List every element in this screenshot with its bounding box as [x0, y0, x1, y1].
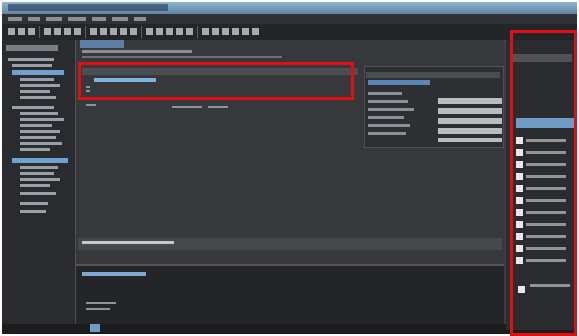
tree-item[interactable] [20, 136, 56, 139]
toolbar-icon[interactable] [44, 28, 51, 35]
tree-item[interactable] [20, 130, 60, 133]
document-tab[interactable] [80, 40, 124, 48]
toolbar-icon[interactable] [110, 28, 117, 35]
toolbar-icon[interactable] [202, 28, 209, 35]
toolbar-icon[interactable] [18, 28, 25, 35]
toolbar-icon[interactable] [120, 28, 127, 35]
toolbar-icon[interactable] [242, 28, 249, 35]
menu-item[interactable] [46, 17, 62, 21]
property-value-field[interactable] [438, 98, 502, 104]
editor-bottom-bar-text [82, 241, 174, 244]
tree-item[interactable] [12, 64, 52, 67]
toolbar-icon[interactable] [146, 28, 153, 35]
toolbar-icon[interactable] [156, 28, 163, 35]
tree-item[interactable] [20, 172, 54, 175]
property-value-field[interactable] [438, 138, 502, 142]
toolbar-icon[interactable] [186, 28, 193, 35]
toolbar-icon[interactable] [100, 28, 107, 35]
tree-item[interactable] [20, 202, 48, 205]
editor-bottom-bar [78, 238, 502, 250]
editor-caption [82, 56, 282, 58]
toolbar-icon[interactable] [74, 28, 81, 35]
tree-item-selected[interactable] [12, 70, 64, 75]
app-window [2, 2, 577, 334]
toolbar-separator [39, 26, 40, 38]
table-cell [208, 106, 228, 108]
tree-item[interactable] [20, 148, 50, 151]
toolbar-icon[interactable] [8, 28, 15, 35]
property-row-selected[interactable] [368, 80, 430, 85]
properties-header [366, 72, 500, 78]
highlight-box-right-panel [510, 30, 577, 336]
toolbar-separator [197, 26, 198, 38]
status-bar [2, 324, 577, 334]
tree-item[interactable] [8, 58, 54, 61]
tree-item[interactable] [20, 84, 60, 87]
navigation-pane-header [6, 45, 58, 51]
tree-item[interactable] [20, 178, 60, 181]
menu-item[interactable] [68, 17, 86, 21]
property-value-field[interactable] [438, 118, 502, 124]
property-name [368, 124, 410, 127]
menu-bar [2, 14, 577, 24]
output-line [86, 308, 110, 310]
tree-item[interactable] [20, 142, 62, 145]
menu-item[interactable] [28, 17, 40, 21]
output-panel-tab[interactable] [82, 272, 146, 276]
table-row[interactable] [86, 104, 96, 106]
tree-item[interactable] [20, 90, 50, 93]
menu-item[interactable] [112, 17, 128, 21]
property-name [368, 92, 402, 95]
tree-item[interactable] [20, 118, 64, 121]
toolbar-separator [141, 26, 142, 38]
tree-item[interactable] [20, 96, 56, 99]
property-name [368, 116, 404, 119]
window-title [8, 4, 168, 11]
toolbar-icon[interactable] [176, 28, 183, 35]
highlight-box-table [78, 62, 354, 100]
toolbar-icon[interactable] [90, 28, 97, 35]
table-cell [172, 106, 202, 108]
property-name [368, 108, 414, 111]
tree-item[interactable] [20, 166, 58, 169]
tree-item[interactable] [20, 184, 50, 187]
tree-item[interactable] [12, 106, 54, 109]
toolbar-icon[interactable] [232, 28, 239, 35]
tree-item-selected[interactable] [12, 158, 68, 163]
output-line [86, 302, 116, 304]
tree-item[interactable] [20, 192, 56, 195]
tree-item[interactable] [20, 124, 52, 127]
breadcrumb [82, 50, 192, 53]
menu-item[interactable] [134, 17, 146, 21]
toolbar-icon[interactable] [166, 28, 173, 35]
toolbar-icon[interactable] [130, 28, 137, 35]
menu-item[interactable] [92, 17, 106, 21]
menu-item[interactable] [8, 17, 22, 21]
toolbar-icon[interactable] [54, 28, 61, 35]
toolbar-icon[interactable] [28, 28, 35, 35]
tree-item[interactable] [20, 78, 54, 81]
property-name [368, 132, 406, 135]
tree-item[interactable] [20, 210, 46, 213]
toolbar-icon[interactable] [222, 28, 229, 35]
toolbar-icon[interactable] [212, 28, 219, 35]
property-value-field[interactable] [438, 108, 502, 114]
property-name [368, 100, 408, 103]
properties-panel [364, 66, 504, 148]
property-value-field[interactable] [438, 128, 502, 134]
toolbar-icon[interactable] [252, 28, 259, 35]
toolbar [2, 24, 577, 41]
toolbar-icon[interactable] [64, 28, 71, 35]
tree-item[interactable] [20, 112, 58, 115]
toolbar-separator [85, 26, 86, 38]
status-button[interactable] [90, 324, 100, 332]
